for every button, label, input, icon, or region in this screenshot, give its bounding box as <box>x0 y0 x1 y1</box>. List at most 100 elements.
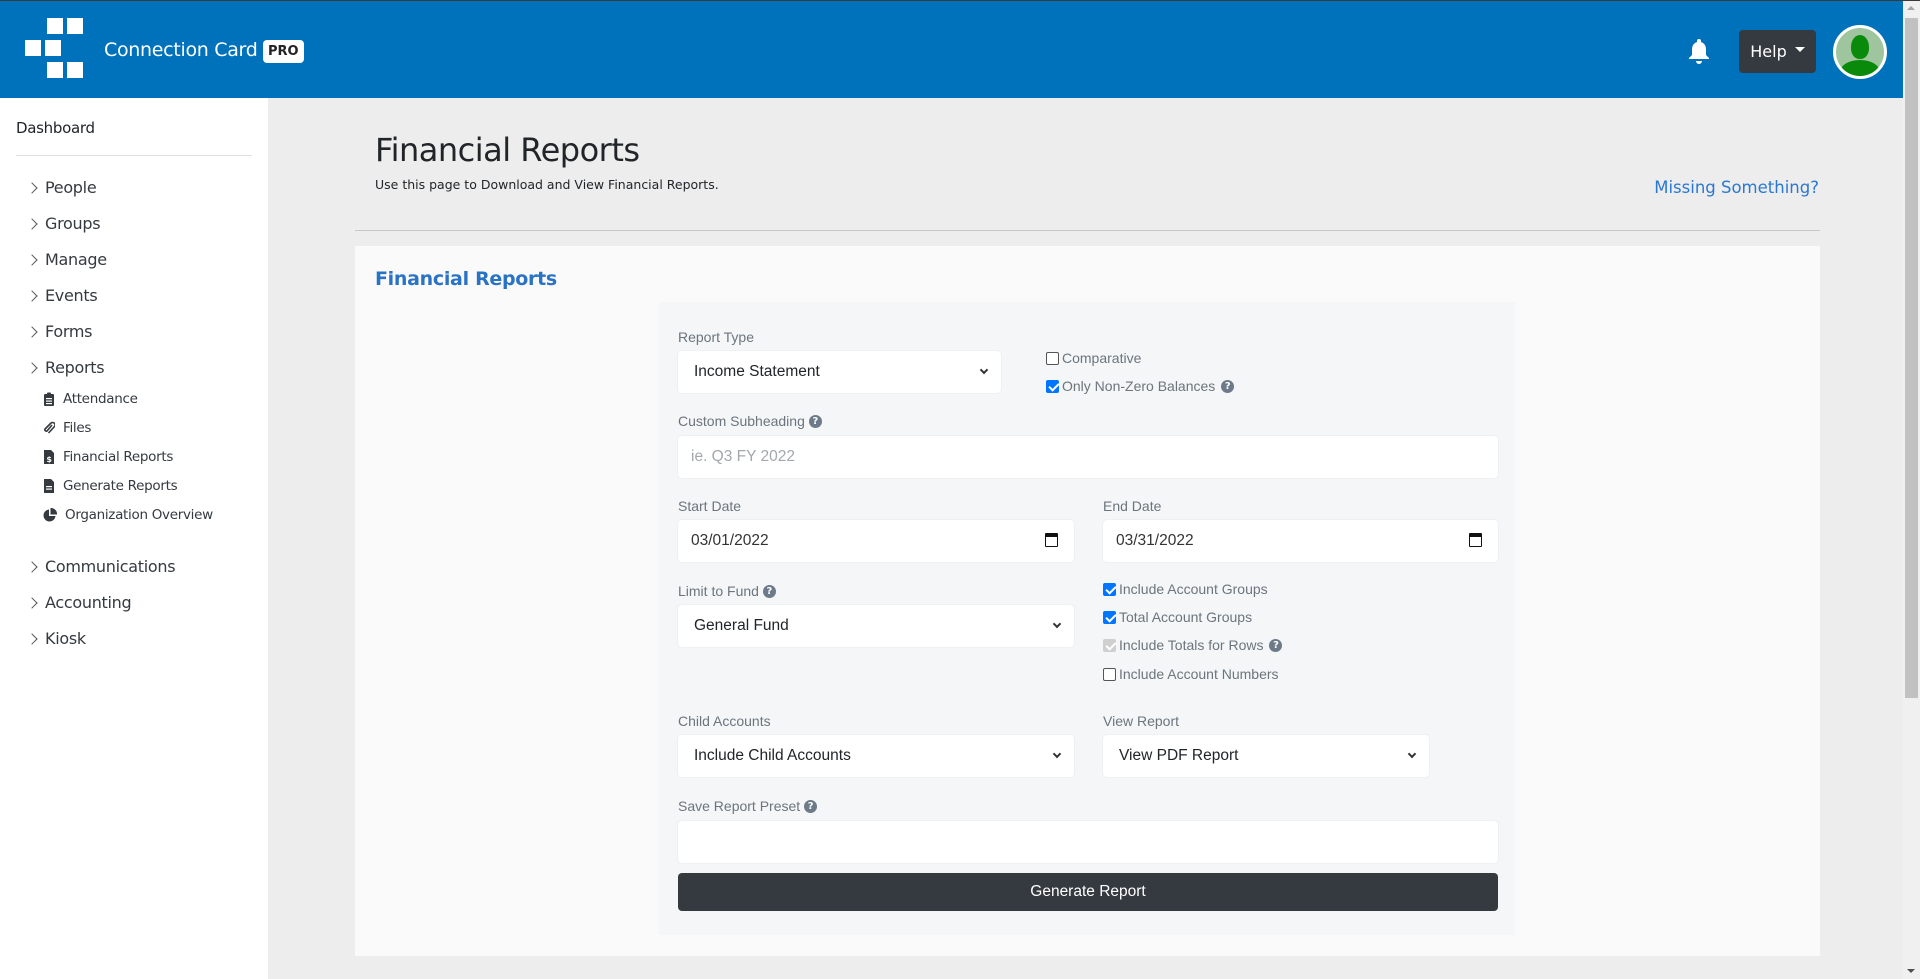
total-groups-label: Total Account Groups <box>1119 609 1253 625</box>
brand-name[interactable]: Connection Card <box>104 39 258 61</box>
sidebar-dashboard-link[interactable]: Dashboard <box>16 119 95 137</box>
include-account-numbers-checkbox[interactable]: Include Account Numbers <box>1103 666 1279 682</box>
report-type-select[interactable]: Income Statement <box>678 351 1001 393</box>
sidebar-subitem-organization-overview[interactable]: Organization Overview <box>43 507 213 523</box>
file-icon <box>44 479 54 493</box>
view-report-select[interactable]: View PDF Report <box>1103 735 1429 777</box>
report-type-label: Report Type <box>678 329 755 345</box>
top-navbar: Connection Card PRO Help <box>0 1 1903 98</box>
total-account-groups-checkbox[interactable]: Total Account Groups <box>1103 609 1252 625</box>
sidebar-subitem-generate-reports[interactable]: Generate Reports <box>43 478 178 494</box>
sidebar-item-label: Accounting <box>45 593 132 612</box>
end-date-input[interactable]: 03/31/2022 <box>1103 520 1498 562</box>
scroll-down-arrow-icon[interactable] <box>1907 969 1915 973</box>
scrollbar-thumb[interactable] <box>1905 18 1918 698</box>
sidebar-item-label: Kiosk <box>45 629 86 648</box>
sidebar-subitem-files[interactable]: Files <box>43 420 91 436</box>
paperclip-icon <box>44 421 55 434</box>
help-label: Help <box>1750 42 1787 61</box>
chevron-right-icon <box>26 361 38 374</box>
chevron-down-icon <box>1052 619 1062 629</box>
chevron-right-icon <box>26 253 38 266</box>
fund-select[interactable]: General Fund <box>678 605 1074 647</box>
custom-subheading-input[interactable]: ie. Q3 FY 2022 <box>678 436 1498 478</box>
generate-report-button[interactable]: Generate Report <box>678 873 1498 911</box>
logo-icon[interactable] <box>25 18 87 82</box>
save-report-preset-label: Save Report Preset ? <box>678 798 818 814</box>
sidebar-item-label: Events <box>45 286 98 305</box>
start-date-input[interactable]: 03/01/2022 <box>678 520 1074 562</box>
pro-badge: PRO <box>263 40 304 63</box>
help-question-icon[interactable]: ? <box>808 414 822 428</box>
sidebar-item-label: People <box>45 178 97 197</box>
fund-value: General Fund <box>694 617 789 634</box>
row-totals-label: Include Totals for Rows <box>1119 637 1264 653</box>
chevron-right-icon <box>26 181 38 194</box>
sidebar-item-reports[interactable]: Reports <box>26 358 105 377</box>
calendar-icon[interactable] <box>1045 533 1058 547</box>
page-scrollbar[interactable] <box>1903 1 1920 979</box>
start-date-label: Start Date <box>678 498 742 514</box>
chevron-right-icon <box>26 596 38 609</box>
sidebar-item-kiosk[interactable]: Kiosk <box>26 629 86 648</box>
chevron-right-icon <box>26 560 38 573</box>
card-title: Financial Reports <box>375 268 557 290</box>
child-accounts-select[interactable]: Include Child Accounts <box>678 735 1074 777</box>
notification-bell-icon[interactable] <box>1687 38 1711 64</box>
save-report-preset-input[interactable] <box>678 821 1498 863</box>
pie-chart-icon <box>43 508 57 522</box>
calendar-icon[interactable] <box>1469 533 1482 547</box>
child-accounts-value: Include Child Accounts <box>694 747 851 764</box>
end-date-value: 03/31/2022 <box>1116 532 1194 549</box>
missing-something-link[interactable]: Missing Something? <box>1654 178 1819 197</box>
sidebar-item-label: Groups <box>45 214 101 233</box>
sidebar-subitem-attendance[interactable]: Attendance <box>43 391 138 407</box>
sidebar-item-groups[interactable]: Groups <box>26 214 101 233</box>
scroll-up-arrow-icon[interactable] <box>1907 6 1915 10</box>
help-question-icon[interactable]: ? <box>762 584 776 598</box>
sidebar-item-label: Reports <box>45 358 105 377</box>
include-totals-rows-checkbox[interactable]: Include Totals for Rows ? <box>1103 637 1283 653</box>
sidebar-subitem-label: Generate Reports <box>63 478 178 494</box>
include-groups-checkbox-box[interactable] <box>1103 582 1116 596</box>
page-title: Financial Reports <box>375 131 640 169</box>
custom-subheading-label: Custom Subheading ? <box>678 413 822 429</box>
chevron-right-icon <box>26 325 38 338</box>
sidebar-item-forms[interactable]: Forms <box>26 322 92 341</box>
user-avatar[interactable] <box>1833 25 1887 79</box>
sidebar-item-label: Manage <box>45 250 107 269</box>
sidebar-subitem-financial-reports[interactable]: $ Financial Reports <box>43 449 173 465</box>
sidebar-item-label: Communications <box>45 557 176 576</box>
chevron-down-icon <box>979 365 989 375</box>
non-zero-label: Only Non-Zero Balances <box>1062 378 1216 394</box>
total-groups-checkbox-box[interactable] <box>1103 610 1116 624</box>
help-question-icon[interactable]: ? <box>1269 638 1283 652</box>
comparative-checkbox-box[interactable] <box>1046 351 1059 365</box>
sidebar-item-communications[interactable]: Communications <box>26 557 176 576</box>
start-date-value: 03/01/2022 <box>691 532 769 549</box>
include-groups-label: Include Account Groups <box>1119 581 1268 597</box>
financial-reports-card: Financial Reports Report Type Income Sta… <box>355 246 1820 956</box>
limit-to-fund-label: Limit to Fund ? <box>678 583 776 599</box>
help-question-icon[interactable]: ? <box>804 799 818 813</box>
end-date-label: End Date <box>1103 498 1162 514</box>
non-zero-checkbox-box[interactable] <box>1046 379 1059 393</box>
include-account-groups-checkbox[interactable]: Include Account Groups <box>1103 581 1268 597</box>
comparative-label: Comparative <box>1062 350 1142 366</box>
sidebar-item-people[interactable]: People <box>26 178 97 197</box>
non-zero-balances-checkbox[interactable]: Only Non-Zero Balances ? <box>1046 378 1235 394</box>
account-numbers-label: Include Account Numbers <box>1119 666 1279 682</box>
chevron-down-icon <box>1052 749 1062 759</box>
sidebar-item-events[interactable]: Events <box>26 286 98 305</box>
sidebar-item-manage[interactable]: Manage <box>26 250 107 269</box>
help-question-icon[interactable]: ? <box>1221 379 1235 393</box>
sidebar-item-accounting[interactable]: Accounting <box>26 593 132 612</box>
help-dropdown-button[interactable]: Help <box>1739 30 1816 73</box>
sidebar-subitem-label: Files <box>63 420 92 436</box>
sidebar: Dashboard People Groups Manage Events Fo… <box>0 98 268 979</box>
view-report-value: View PDF Report <box>1119 747 1239 764</box>
sidebar-subitem-label: Organization Overview <box>65 507 213 523</box>
caret-down-icon <box>1794 47 1805 52</box>
account-numbers-checkbox-box[interactable] <box>1103 667 1116 681</box>
comparative-checkbox[interactable]: Comparative <box>1046 350 1141 366</box>
